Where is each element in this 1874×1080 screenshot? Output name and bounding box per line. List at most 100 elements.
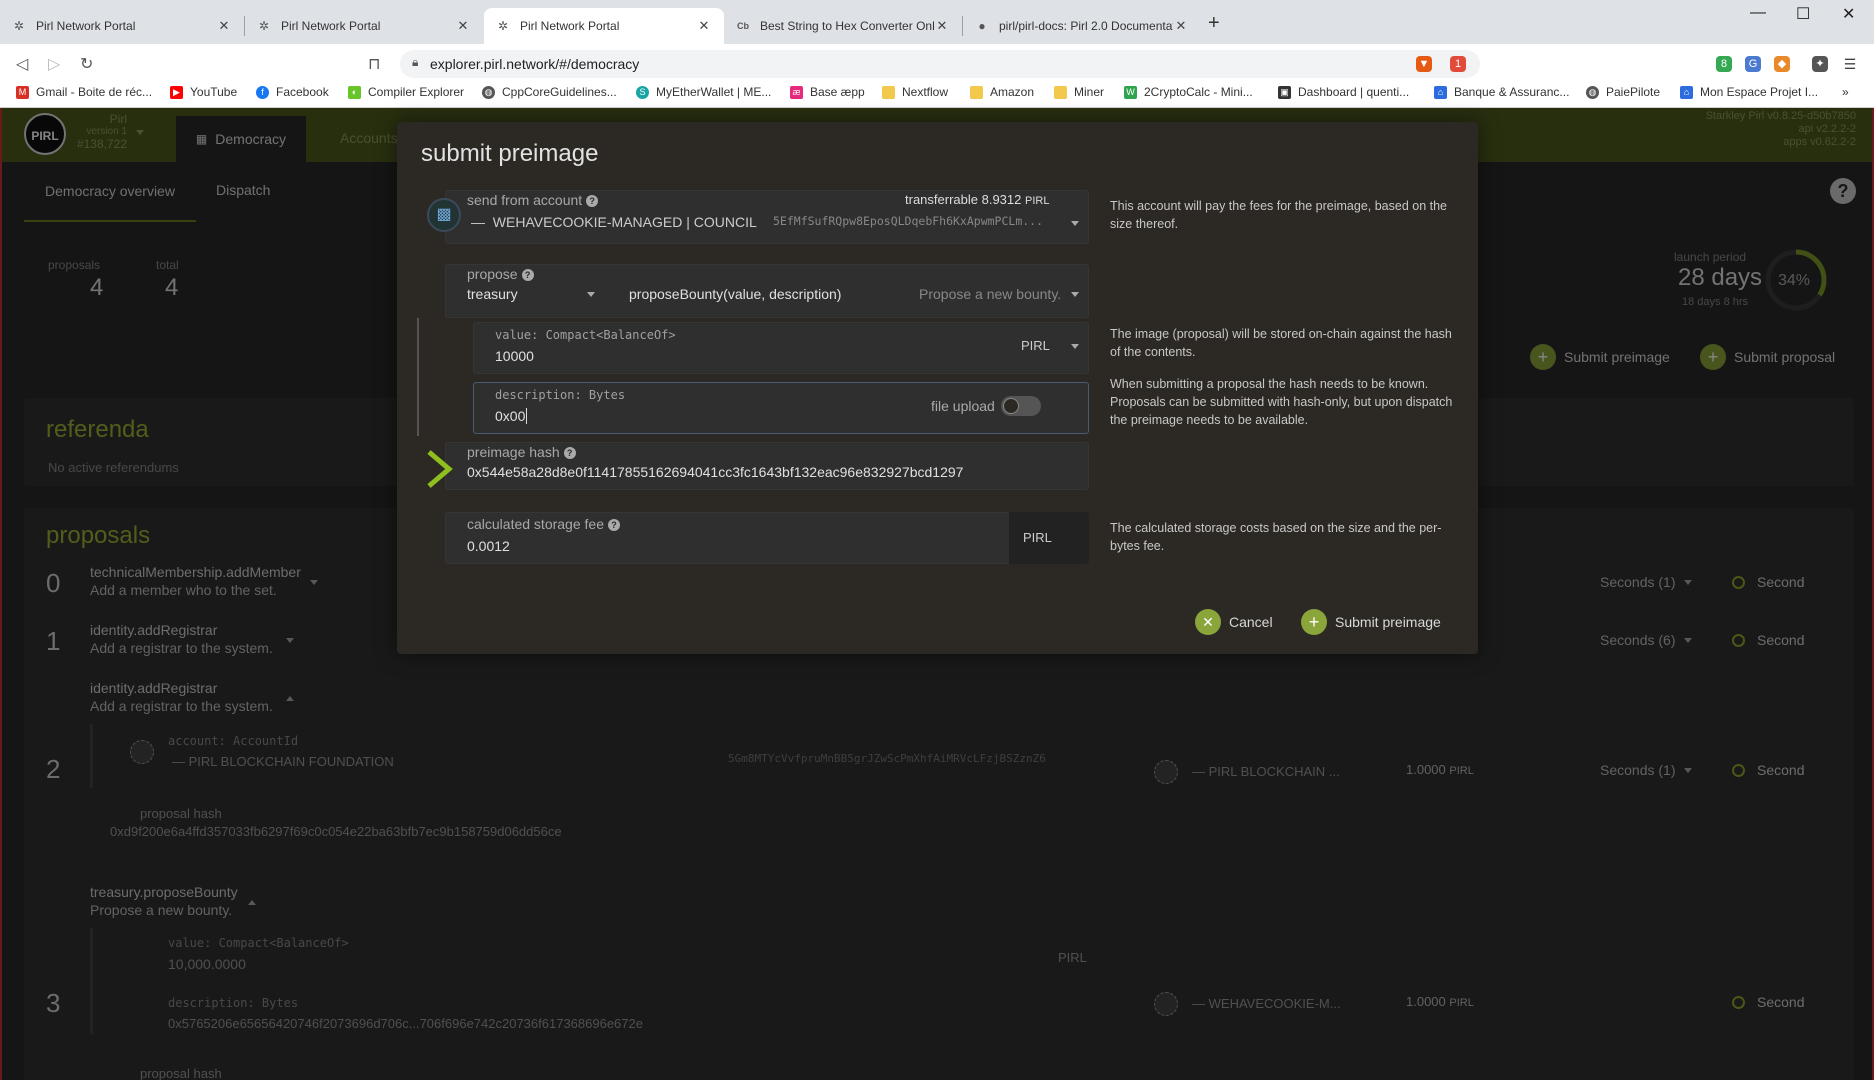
preimage-hash-value: 0x544e58a28d8e0f11417855162694041cc3fc16…	[467, 464, 964, 480]
facebook-icon: f	[256, 85, 269, 99]
browser-tab[interactable]: ✲ Pirl Network Portal ✕	[0, 8, 244, 44]
project-icon: ⌂	[1680, 85, 1693, 99]
bookmark-item[interactable]: Amazon	[970, 85, 1034, 99]
forward-icon[interactable]: ▷	[48, 54, 60, 74]
value-label: value: Compact<BalanceOf>	[495, 328, 676, 342]
propose-label: propose?	[467, 266, 534, 282]
help-icon: ?	[563, 447, 576, 459]
module-select[interactable]: treasury	[467, 286, 518, 302]
browser-tab-active[interactable]: ✲ Pirl Network Portal ✕	[484, 8, 724, 44]
bookmark-item[interactable]: M Gmail - Boite de réc...	[16, 85, 152, 99]
bookmark-item[interactable]: ▣ Dashboard | quenti...	[1278, 85, 1409, 99]
plus-icon: +	[1301, 609, 1327, 635]
globe-icon: ◍	[482, 85, 495, 99]
myetherwallet-icon: S	[636, 85, 649, 99]
menu-icon[interactable]: ☰	[1842, 56, 1858, 72]
brave-rewards-icon[interactable]: 1	[1450, 56, 1466, 72]
compiler-explorer-icon: ◐	[348, 85, 361, 99]
chevron-down-icon[interactable]	[1071, 344, 1079, 349]
folder-icon	[882, 85, 895, 99]
storage-fee-label: calculated storage fee?	[467, 516, 620, 532]
value-text[interactable]: 10000	[495, 348, 534, 364]
storage-fee-help-text: The calculated storage costs based on th…	[1110, 521, 1442, 553]
bookmark-item[interactable]: Nextflow	[882, 85, 948, 99]
bookmark-item[interactable]: ◐ Compiler Explorer	[348, 85, 464, 99]
extension-icon[interactable]: 8	[1716, 56, 1732, 72]
send-from-label: send from account?	[467, 192, 599, 208]
pirl-icon: ✲	[497, 19, 509, 33]
url-text[interactable]: explorer.pirl.network/#/democracy	[430, 56, 639, 72]
brave-shield-icon[interactable]: ▼	[1416, 56, 1432, 72]
github-icon: ●	[978, 19, 986, 33]
cb-icon: Cb	[737, 21, 749, 31]
value-unit-select[interactable]: PIRL	[1021, 338, 1050, 353]
minimize-icon[interactable]: —	[1750, 4, 1766, 22]
close-icon: ✕	[1195, 609, 1221, 635]
chevron-down-icon[interactable]	[587, 292, 595, 297]
close-window-icon[interactable]: ✕	[1842, 4, 1855, 24]
folder-icon	[1054, 85, 1067, 99]
account-name: — WEHAVECOOKIE-MANAGED | COUNCIL	[471, 214, 757, 230]
browser-tab[interactable]: ● pirl/pirl-docs: Pirl 2.0 Documentat ✕	[963, 8, 1201, 44]
method-select[interactable]: proposeBounty(value, description)	[629, 286, 841, 302]
bookmarks-bar: M Gmail - Boite de réc... ▶ YouTube f Faceb…	[0, 78, 1874, 108]
hash-status-icon	[427, 450, 453, 488]
account-address: 5EfMfSufRQpw8EposQLDqebFh6KxApwmPCLm...	[773, 214, 1044, 228]
bookmark-icon[interactable]: ⊓	[368, 54, 380, 74]
pirl-icon: ✲	[258, 19, 270, 33]
bookmark-item[interactable]: S MyEtherWallet | ME...	[636, 85, 771, 99]
help-icon: ?	[586, 195, 599, 207]
close-tab-icon[interactable]: ✕	[455, 18, 471, 34]
transferrable-balance: transferrable 8.9312 PIRL	[905, 192, 1050, 207]
maximize-icon[interactable]: ☐	[1796, 4, 1810, 24]
bookmark-item[interactable]: ▶ YouTube	[170, 85, 237, 99]
bookmark-item[interactable]: W 2CryptoCalc - Mini...	[1124, 85, 1253, 99]
method-description: Propose a new bounty.	[919, 286, 1062, 302]
youtube-icon: ▶	[170, 85, 183, 99]
gmail-icon: M	[16, 85, 29, 99]
modal-title: submit preimage	[421, 140, 599, 167]
browser-tab[interactable]: ✲ Pirl Network Portal ✕	[245, 8, 483, 44]
cryptocalc-icon: W	[1124, 85, 1137, 99]
reload-icon[interactable]: ↻	[80, 54, 93, 74]
submit-preimage-modal: submit preimage ▩ send from account? tra…	[397, 122, 1478, 654]
extensions-puzzle-icon[interactable]: ✦	[1812, 56, 1828, 72]
cancel-button[interactable]: ✕ Cancel	[1195, 609, 1273, 635]
more-bookmarks-icon[interactable]: »	[1842, 85, 1849, 99]
metamask-icon[interactable]: ◆	[1774, 56, 1790, 72]
file-upload-label: file upload	[931, 398, 995, 414]
translate-icon[interactable]: G	[1745, 56, 1761, 72]
bank-icon: ⌂	[1434, 85, 1447, 99]
help-icon: ?	[521, 269, 534, 281]
chevron-down-icon[interactable]	[1071, 221, 1079, 226]
browser-tab[interactable]: Cb Best String to Hex Converter Onlin ✕	[724, 8, 962, 44]
back-icon[interactable]: ◁	[16, 54, 28, 74]
folder-icon	[970, 85, 983, 99]
close-tab-icon[interactable]: ✕	[216, 18, 232, 34]
bookmark-item[interactable]: ◍ CppCoreGuidelines...	[482, 85, 617, 99]
omnibox[interactable]: 🔒︎ explorer.pirl.network/#/democracy ⚿	[400, 50, 1480, 78]
proposal-help-text-1: The image (proposal) will be stored on-c…	[1110, 327, 1452, 359]
file-upload-toggle[interactable]	[1001, 396, 1041, 416]
proposal-help-text-2: When submitting a proposal the hash need…	[1110, 377, 1453, 427]
pirl-icon: ✲	[13, 19, 25, 33]
bookmark-item[interactable]: æ Base æpp	[790, 85, 865, 99]
chevron-down-icon[interactable]	[1071, 292, 1079, 297]
bookmark-item[interactable]: ⌂ Banque & Assuranc...	[1434, 85, 1569, 99]
bookmark-item[interactable]: ◍ PaiePilote	[1586, 85, 1660, 99]
storage-fee-unit: PIRL	[1023, 530, 1052, 545]
bookmark-item[interactable]: f Facebook	[256, 85, 329, 99]
dashboard-icon: ▣	[1278, 85, 1291, 99]
account-identicon: ▩	[427, 198, 461, 232]
submit-preimage-confirm-button[interactable]: + Submit preimage	[1301, 609, 1441, 635]
globe-icon: ◍	[1586, 85, 1599, 99]
close-tab-icon[interactable]: ✕	[696, 18, 712, 34]
description-text[interactable]: 0x00	[495, 408, 528, 424]
close-tab-icon[interactable]: ✕	[934, 18, 950, 34]
new-tab-icon[interactable]: +	[1208, 12, 1220, 35]
bookmark-item[interactable]: ⌂ Mon Espace Projet I...	[1680, 85, 1818, 99]
account-help-text: This account will pay the fees for the p…	[1110, 199, 1447, 231]
aepp-icon: æ	[790, 85, 803, 99]
bookmark-item[interactable]: Miner	[1054, 85, 1104, 99]
close-tab-icon[interactable]: ✕	[1173, 18, 1189, 34]
